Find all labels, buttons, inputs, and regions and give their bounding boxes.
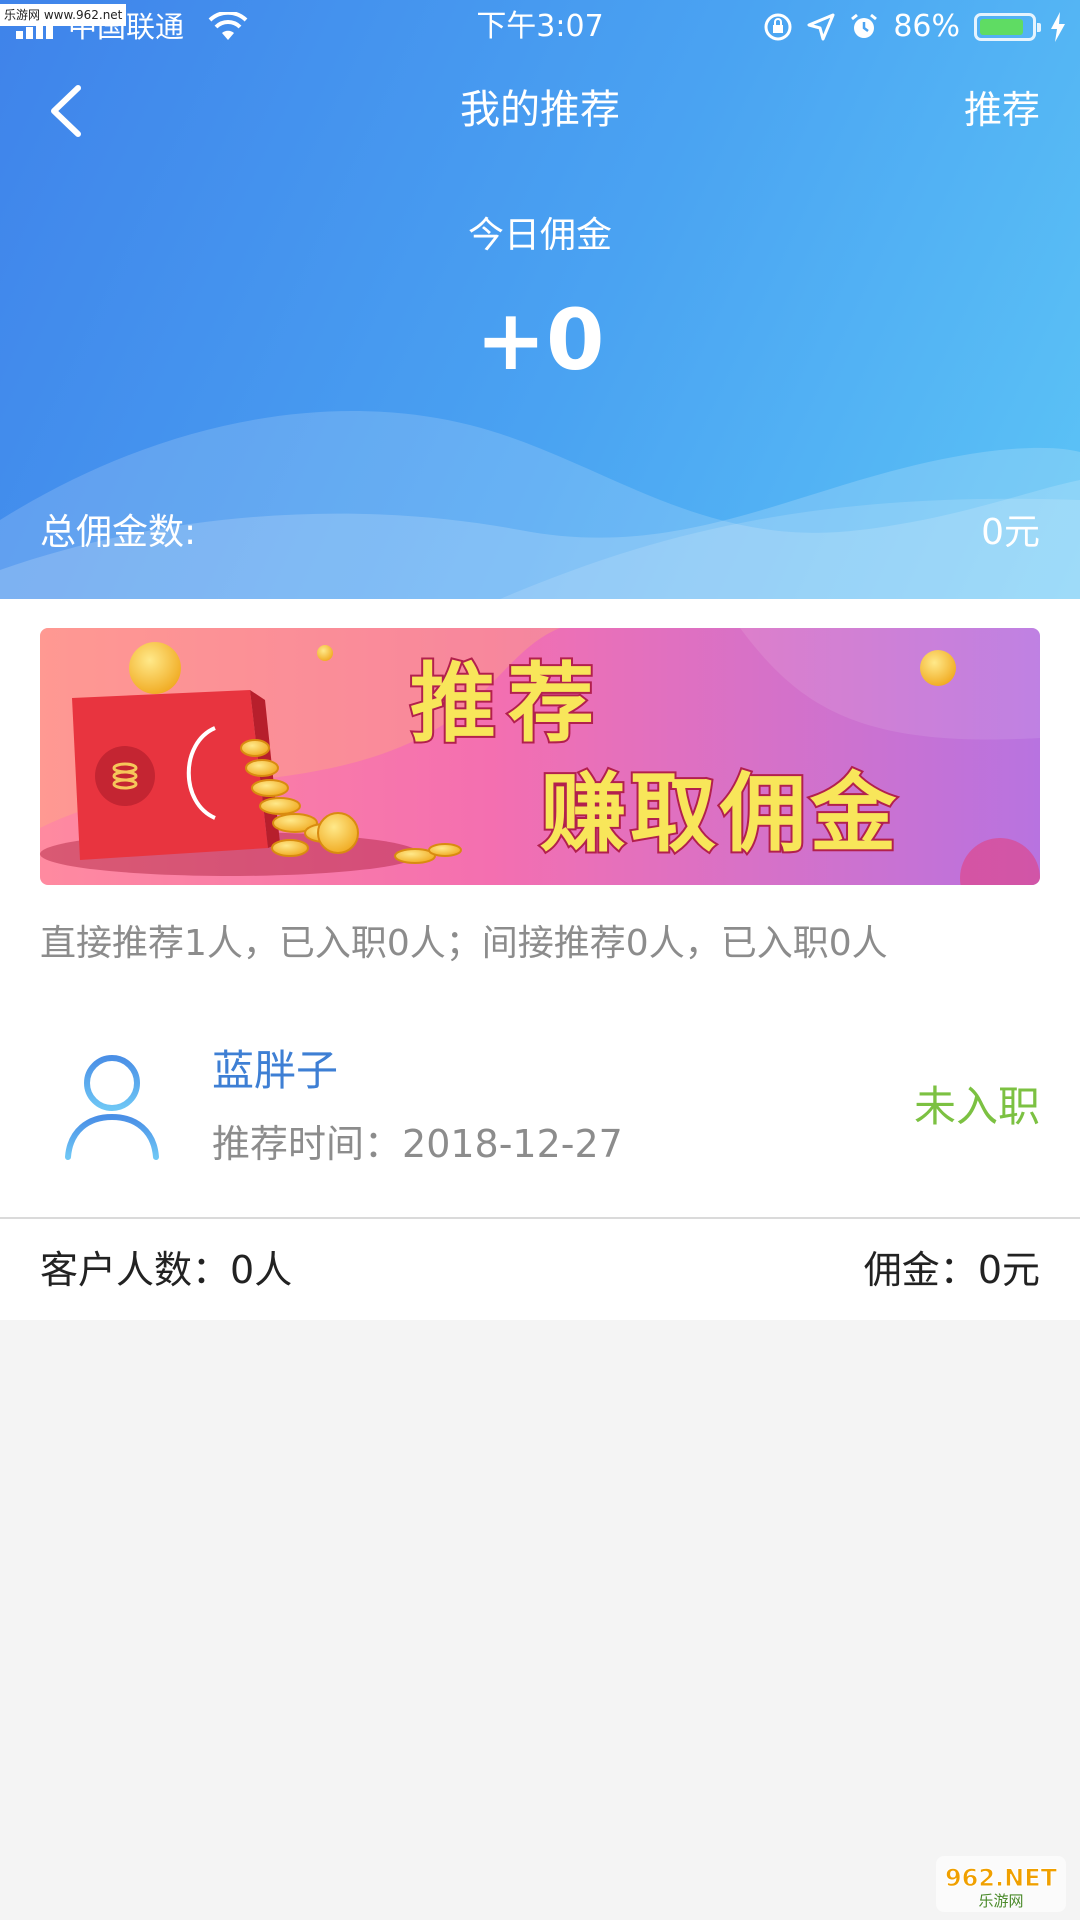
referral-time-label: 推荐时间：: [212, 1122, 403, 1166]
wave-decoration: [0, 410, 1080, 599]
page-title: 我的推荐: [460, 87, 620, 133]
status-indicators: 86%: [763, 0, 1066, 54]
location-icon: [807, 13, 835, 41]
back-chevron-icon[interactable]: [42, 82, 92, 140]
avatar-icon: [65, 1055, 159, 1160]
customer-count-label: 客户人数：: [40, 1248, 231, 1292]
total-commission-label: 总佣金数:: [40, 512, 197, 553]
referral-summary: 直接推荐1人，已入职0人；间接推荐0人，已入职0人: [40, 923, 888, 964]
battery-icon: [974, 13, 1041, 41]
referral-name: 蓝胖子: [212, 1046, 339, 1095]
recommend-button[interactable]: 推荐: [964, 80, 1040, 140]
total-commission-value: 0元: [981, 512, 1040, 553]
commission-value: 0元: [977, 1248, 1040, 1292]
nav-bar: 我的推荐 推荐: [0, 70, 1080, 150]
stats-row: 客户人数：0人 佣金：0元: [0, 1219, 1080, 1320]
svg-text:962.NET: 962.NET: [945, 1864, 1058, 1892]
header-panel: 中国联通 下午3:07 86% 我的推荐 推荐 今日佣金 +0 总佣金数: 0元: [0, 0, 1080, 599]
banner-graphic: 推荐 赚取佣金: [40, 628, 1040, 885]
charging-icon: [1051, 12, 1065, 42]
customer-count: 客户人数：0人: [40, 1243, 292, 1298]
list-item[interactable]: 蓝胖子 推荐时间：2018-12-27 未入职: [0, 1009, 1080, 1205]
commission-label: 佣金：: [863, 1248, 978, 1292]
watermark-logo: 962.NET 乐游网: [936, 1856, 1066, 1912]
orientation-lock-icon: [764, 13, 792, 41]
customer-count-value: 0人: [230, 1248, 293, 1292]
referral-time-row: 推荐时间：2018-12-27: [212, 1114, 623, 1174]
alarm-icon: [851, 13, 878, 38]
today-commission-label: 今日佣金: [467, 215, 612, 256]
content-panel: 推荐 赚取佣金 直接推荐1人，已入职0人；间接推荐0人，已入职0人 蓝胖子 推荐…: [0, 599, 1080, 1320]
status-badge: 未入职: [913, 1082, 1040, 1131]
watermark-top-left: 乐游网 www.962.net: [0, 4, 127, 26]
banner-line-2: 赚取佣金: [540, 764, 900, 864]
today-commission-value: +0: [475, 291, 605, 389]
battery-percent: 86%: [893, 9, 960, 44]
promo-banner[interactable]: 推荐 赚取佣金: [40, 628, 1040, 885]
svg-text:乐游网: 乐游网: [978, 1892, 1023, 1910]
status-bar: 中国联通 下午3:07 86%: [0, 0, 1080, 54]
referral-time-value: 2018-12-27: [402, 1122, 623, 1166]
commission-total: 佣金：0元: [864, 1243, 1040, 1298]
banner-line-1: 推荐: [410, 654, 606, 754]
